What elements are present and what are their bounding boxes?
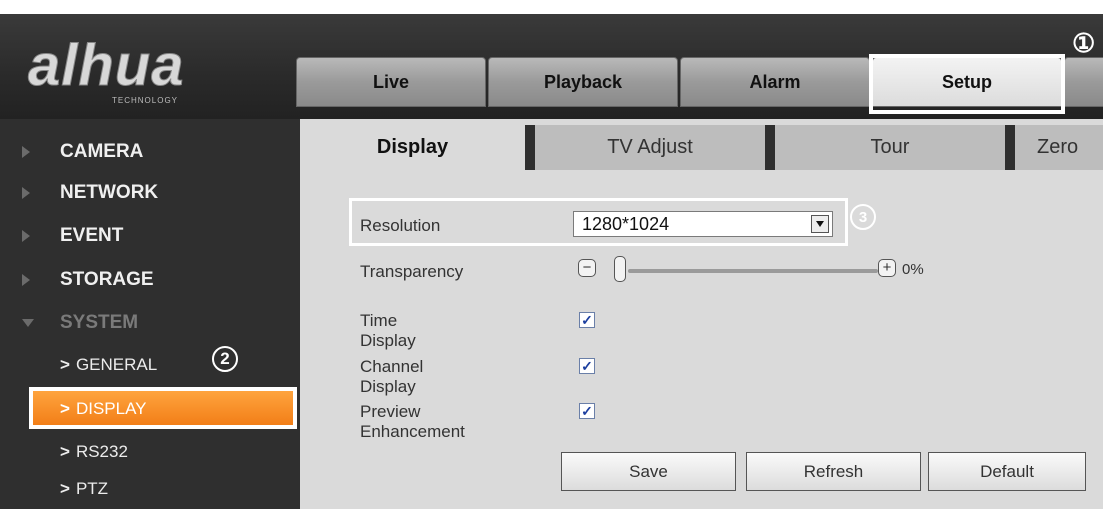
sidebar-subitem-text: DISPLAY [75, 399, 147, 418]
subtab-zero[interactable]: Zero [1015, 125, 1103, 170]
sidebar-subitem-general[interactable]: > GENERAL [0, 345, 300, 385]
dahua-logo: alhua TECHNOLOGY [28, 33, 238, 114]
plus-icon[interactable]: + [878, 259, 896, 277]
tab-setup[interactable]: Setup [872, 57, 1062, 107]
sidebar-item-label: CAMERA [60, 141, 144, 162]
channel-display-checkbox[interactable]: ✓ [579, 358, 595, 374]
resolution-select[interactable]: 1280*1024 [573, 211, 833, 237]
sidebar-item-system[interactable]: SYSTEM [0, 302, 300, 344]
subtab-display[interactable]: Display [300, 125, 525, 170]
collapsed-arrow-icon [22, 230, 30, 242]
transparency-slider-track[interactable] [628, 269, 878, 273]
sidebar-subitem-label: > DISPLAY [60, 399, 147, 419]
callout-2: 2 [212, 346, 238, 372]
transparency-slider-handle[interactable] [614, 256, 626, 282]
default-button[interactable]: Default [928, 452, 1086, 491]
resolution-label: Resolution [360, 216, 441, 235]
subtab-separator [765, 125, 775, 170]
preview-enhancement-checkbox[interactable]: ✓ [579, 403, 595, 419]
callout-1: ① [1072, 28, 1096, 58]
transparency-label: Transparency [360, 262, 464, 281]
channel-display-label: Channel Display [360, 357, 424, 396]
sidebar-subitem-display[interactable]: > DISPLAY [31, 389, 295, 429]
sidebar-subitem-label: > GENERAL [60, 355, 157, 375]
sidebar-subitem-label: > PTZ [60, 479, 108, 499]
transparency-value: 0% [902, 261, 924, 278]
chevron-right-icon: > [60, 399, 70, 418]
subtabs: Display TV Adjust Tour Zero [300, 125, 1103, 170]
time-display-label: Time Display [360, 311, 416, 350]
refresh-button[interactable]: Refresh [746, 452, 921, 491]
sidebar: CAMERA NETWORK EVENT STORAGE SYSTEM > GEN… [0, 119, 300, 509]
tab-playback[interactable]: Playback [488, 57, 678, 107]
minus-icon[interactable]: − [578, 259, 596, 277]
sidebar-item-storage[interactable]: STORAGE [0, 259, 300, 301]
subtab-separator [525, 125, 535, 170]
sidebar-item-label: SYSTEM [60, 312, 139, 333]
sidebar-item-label: STORAGE [60, 269, 154, 290]
chevron-right-icon: > [60, 355, 70, 374]
sidebar-subitem-text: GENERAL [75, 355, 158, 374]
logo-wordmark: alhua [28, 33, 185, 98]
chevron-right-icon: > [60, 479, 70, 498]
subtab-tour[interactable]: Tour [775, 125, 1005, 170]
resolution-value: 1280*1024 [582, 214, 670, 234]
sidebar-item-label: EVENT [60, 225, 124, 246]
sidebar-subitem-ptz[interactable]: > PTZ [0, 469, 300, 509]
sidebar-subitem-rs232[interactable]: > RS232 [0, 432, 300, 472]
collapsed-arrow-icon [22, 187, 30, 199]
callout-3: 3 [850, 204, 876, 230]
sidebar-subitem-label: > RS232 [60, 442, 128, 462]
sidebar-item-camera[interactable]: CAMERA [0, 131, 300, 173]
tab-live[interactable]: Live [296, 57, 486, 107]
dropdown-arrow-icon[interactable] [811, 215, 829, 233]
sidebar-item-event[interactable]: EVENT [0, 215, 300, 257]
chevron-right-icon: > [60, 442, 70, 461]
subtab-separator [1005, 125, 1015, 170]
preview-enhancement-label: Preview Enhancement [360, 402, 465, 441]
logo-subtitle: TECHNOLOGY [112, 96, 179, 105]
save-button[interactable]: Save [561, 452, 736, 491]
sidebar-item-network[interactable]: NETWORK [0, 172, 300, 214]
tab-alarm[interactable]: Alarm [680, 57, 870, 107]
subtab-tv-adjust[interactable]: TV Adjust [535, 125, 765, 170]
sidebar-subitem-text: PTZ [75, 479, 109, 498]
time-display-checkbox[interactable]: ✓ [579, 312, 595, 328]
collapsed-arrow-icon [22, 274, 30, 286]
tab-more[interactable] [1064, 57, 1103, 107]
expanded-arrow-icon [22, 319, 34, 327]
main-panel: Display TV Adjust Tour Zero Resolution 1… [300, 119, 1103, 509]
collapsed-arrow-icon [22, 146, 30, 158]
sidebar-item-label: NETWORK [60, 182, 159, 203]
sidebar-subitem-text: RS232 [75, 442, 128, 461]
